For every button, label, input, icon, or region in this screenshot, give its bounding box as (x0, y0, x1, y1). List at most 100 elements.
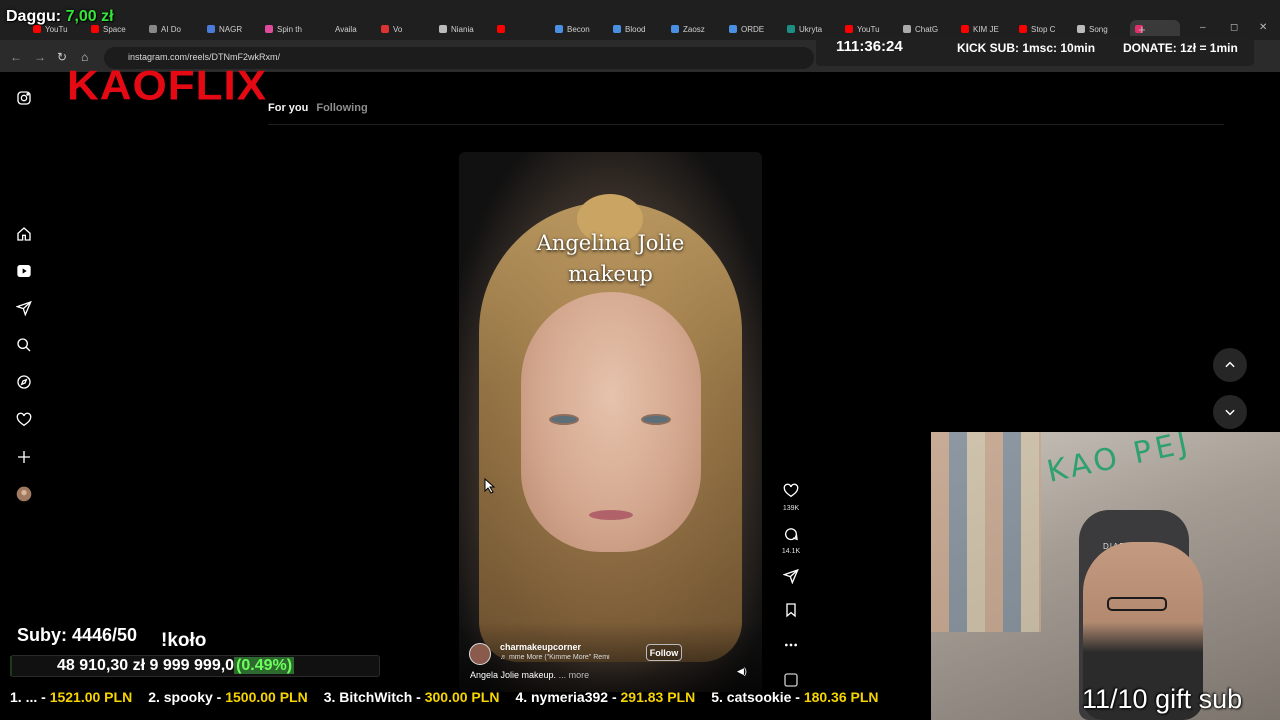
tab-favicon-icon (207, 25, 215, 33)
like-button[interactable]: 139K (780, 483, 802, 512)
browser-tab[interactable]: Niania (434, 20, 490, 38)
tab-favicon-icon (1019, 25, 1027, 33)
reel-audio-track[interactable]: ♬ mme More ("Kimme More" Remi (500, 654, 630, 661)
leaderboard-amount: 291.83 PLN (620, 689, 696, 705)
goal-percent: (0.49%) (234, 657, 295, 674)
more-icon (785, 643, 797, 647)
tab-following[interactable]: Following (316, 102, 367, 114)
tab-label: Song (1089, 24, 1108, 34)
caption-more-link[interactable]: ... more (559, 670, 590, 680)
profile-avatar[interactable] (16, 486, 32, 502)
tab-favicon-icon (729, 25, 737, 33)
webcam-poster-wall (931, 432, 1041, 632)
search-icon[interactable] (16, 337, 32, 353)
reel-author-username[interactable]: charmakeupcorner (500, 642, 581, 652)
tab-label: Blood (625, 24, 646, 34)
browser-tab[interactable]: Zaosz (666, 20, 722, 38)
new-tab-button[interactable]: + (1138, 22, 1146, 37)
tab-label: Vo (393, 24, 403, 34)
tab-favicon-icon (497, 25, 505, 33)
follow-button[interactable]: Follow (646, 644, 682, 661)
close-window-button[interactable]: ✕ (1259, 22, 1267, 33)
reload-icon[interactable]: ↻ (57, 50, 67, 64)
tab-label: YouTu (857, 24, 880, 34)
share-icon (782, 568, 799, 585)
chevron-up-icon (1225, 361, 1235, 368)
instagram-logo-icon[interactable] (16, 90, 32, 106)
comment-button[interactable]: 14.1K (780, 526, 802, 555)
browser-tab[interactable]: ORDE (724, 20, 780, 38)
video-frame-eye (641, 414, 671, 425)
maximize-button[interactable]: ◻ (1230, 22, 1238, 33)
webcam-wall-text: KAO PEJ (1043, 432, 1195, 490)
address-url[interactable]: instagram.com/reels/DTNmF2wkRxm/ (128, 52, 280, 62)
reel-video[interactable]: Angelina Jolie makeup charmakeupcorner ♬… (459, 152, 762, 692)
screen: YouTu Space AI Do NAGR Spin th Availa Vo Niania… (0, 0, 1280, 720)
reel-author-avatar[interactable] (469, 643, 491, 665)
minimize-button[interactable]: – (1200, 22, 1206, 33)
tab-label: Stop C (1031, 24, 1056, 34)
browser-tab[interactable]: Becon (550, 20, 606, 38)
bookmark-icon (786, 603, 796, 618)
tab-label: Availa (335, 24, 357, 34)
comment-count: 14.1K (781, 548, 801, 555)
donate-rate: DONATE: 1zł = 1min (1123, 41, 1238, 55)
tab-label: Zaosz (683, 24, 705, 34)
browser-tab[interactable]: Availa (318, 20, 374, 38)
reel-caption-text: Angela Jolie makeup. (470, 670, 557, 680)
browser-tab[interactable]: Spin th (260, 20, 316, 38)
tab-label: AI Do (161, 24, 182, 34)
tab-label: Niania (451, 24, 474, 34)
kick-sub-rate: KICK SUB: 1msc: 10min (957, 41, 1096, 55)
forward-icon[interactable]: → (34, 50, 46, 64)
leaderboard-entry: 5. catsookie - 180.36 PLN (711, 689, 878, 709)
video-frame-mouth (589, 510, 633, 520)
kaoflix-logo: KAOFLIX (67, 62, 268, 109)
reel-title-line: makeup (568, 262, 653, 286)
mouse-cursor-icon (484, 478, 496, 494)
leaderboard-amount: 180.36 PLN (803, 689, 879, 705)
leaderboard-entry: 3. BitchWitch - 300.00 PLN (324, 689, 500, 709)
share-button[interactable] (780, 568, 802, 589)
reels-icon[interactable] (16, 263, 32, 279)
mute-icon[interactable]: ◀) (737, 666, 749, 678)
reel-caption[interactable]: Angela Jolie makeup. ... more (470, 670, 589, 680)
messages-icon[interactable] (16, 300, 32, 316)
explore-icon[interactable] (16, 374, 32, 390)
tab-favicon-icon (787, 25, 795, 33)
browser-tab[interactable]: AI Do (144, 20, 200, 38)
create-icon[interactable] (16, 449, 32, 465)
notifications-heart-icon[interactable] (16, 412, 32, 428)
previous-reel-button[interactable] (1213, 348, 1247, 382)
tab-favicon-icon (33, 25, 41, 33)
browser-tab[interactable]: Blood (608, 20, 664, 38)
last-donor-label: Daggu: (6, 8, 62, 25)
reel-title-overlay: Angelina Jolie makeup (459, 228, 762, 290)
tab-favicon-icon (323, 25, 331, 33)
browser-tab[interactable]: NAGR (202, 20, 258, 38)
donation-leaderboard: 1. ... - 1521.00 PLN 2. spooky - 1500.00 … (0, 689, 1080, 709)
leaderboard-name: 5. catsookie - (711, 689, 800, 705)
donation-goal-fill (10, 656, 12, 676)
tab-favicon-icon (555, 25, 563, 33)
next-reel-button[interactable] (1213, 395, 1247, 429)
feed-tabs: For you Following (268, 102, 368, 114)
browser-tab[interactable] (492, 20, 548, 38)
webcam-feed: KAO PEJ DIABLO (931, 432, 1280, 720)
tab-favicon-icon (265, 25, 273, 33)
subathon-timer: 111:36:24 (836, 38, 903, 55)
more-options-button[interactable] (780, 637, 802, 658)
video-frame-face (521, 292, 701, 552)
back-icon[interactable]: ← (10, 50, 22, 64)
tab-favicon-icon (439, 25, 447, 33)
comment-icon (785, 528, 798, 541)
home-icon[interactable] (16, 226, 32, 242)
sub-goal: Suby: 4446/50 (17, 625, 138, 645)
save-button[interactable] (780, 602, 802, 623)
browser-tab[interactable]: Vo (376, 20, 432, 38)
tab-for-you[interactable]: For you (268, 102, 308, 114)
tab-label: Becon (567, 24, 590, 34)
leaderboard-amount: 300.00 PLN (424, 689, 500, 705)
tab-favicon-icon (903, 25, 911, 33)
leaderboard-name: 1. ... - (10, 689, 46, 705)
